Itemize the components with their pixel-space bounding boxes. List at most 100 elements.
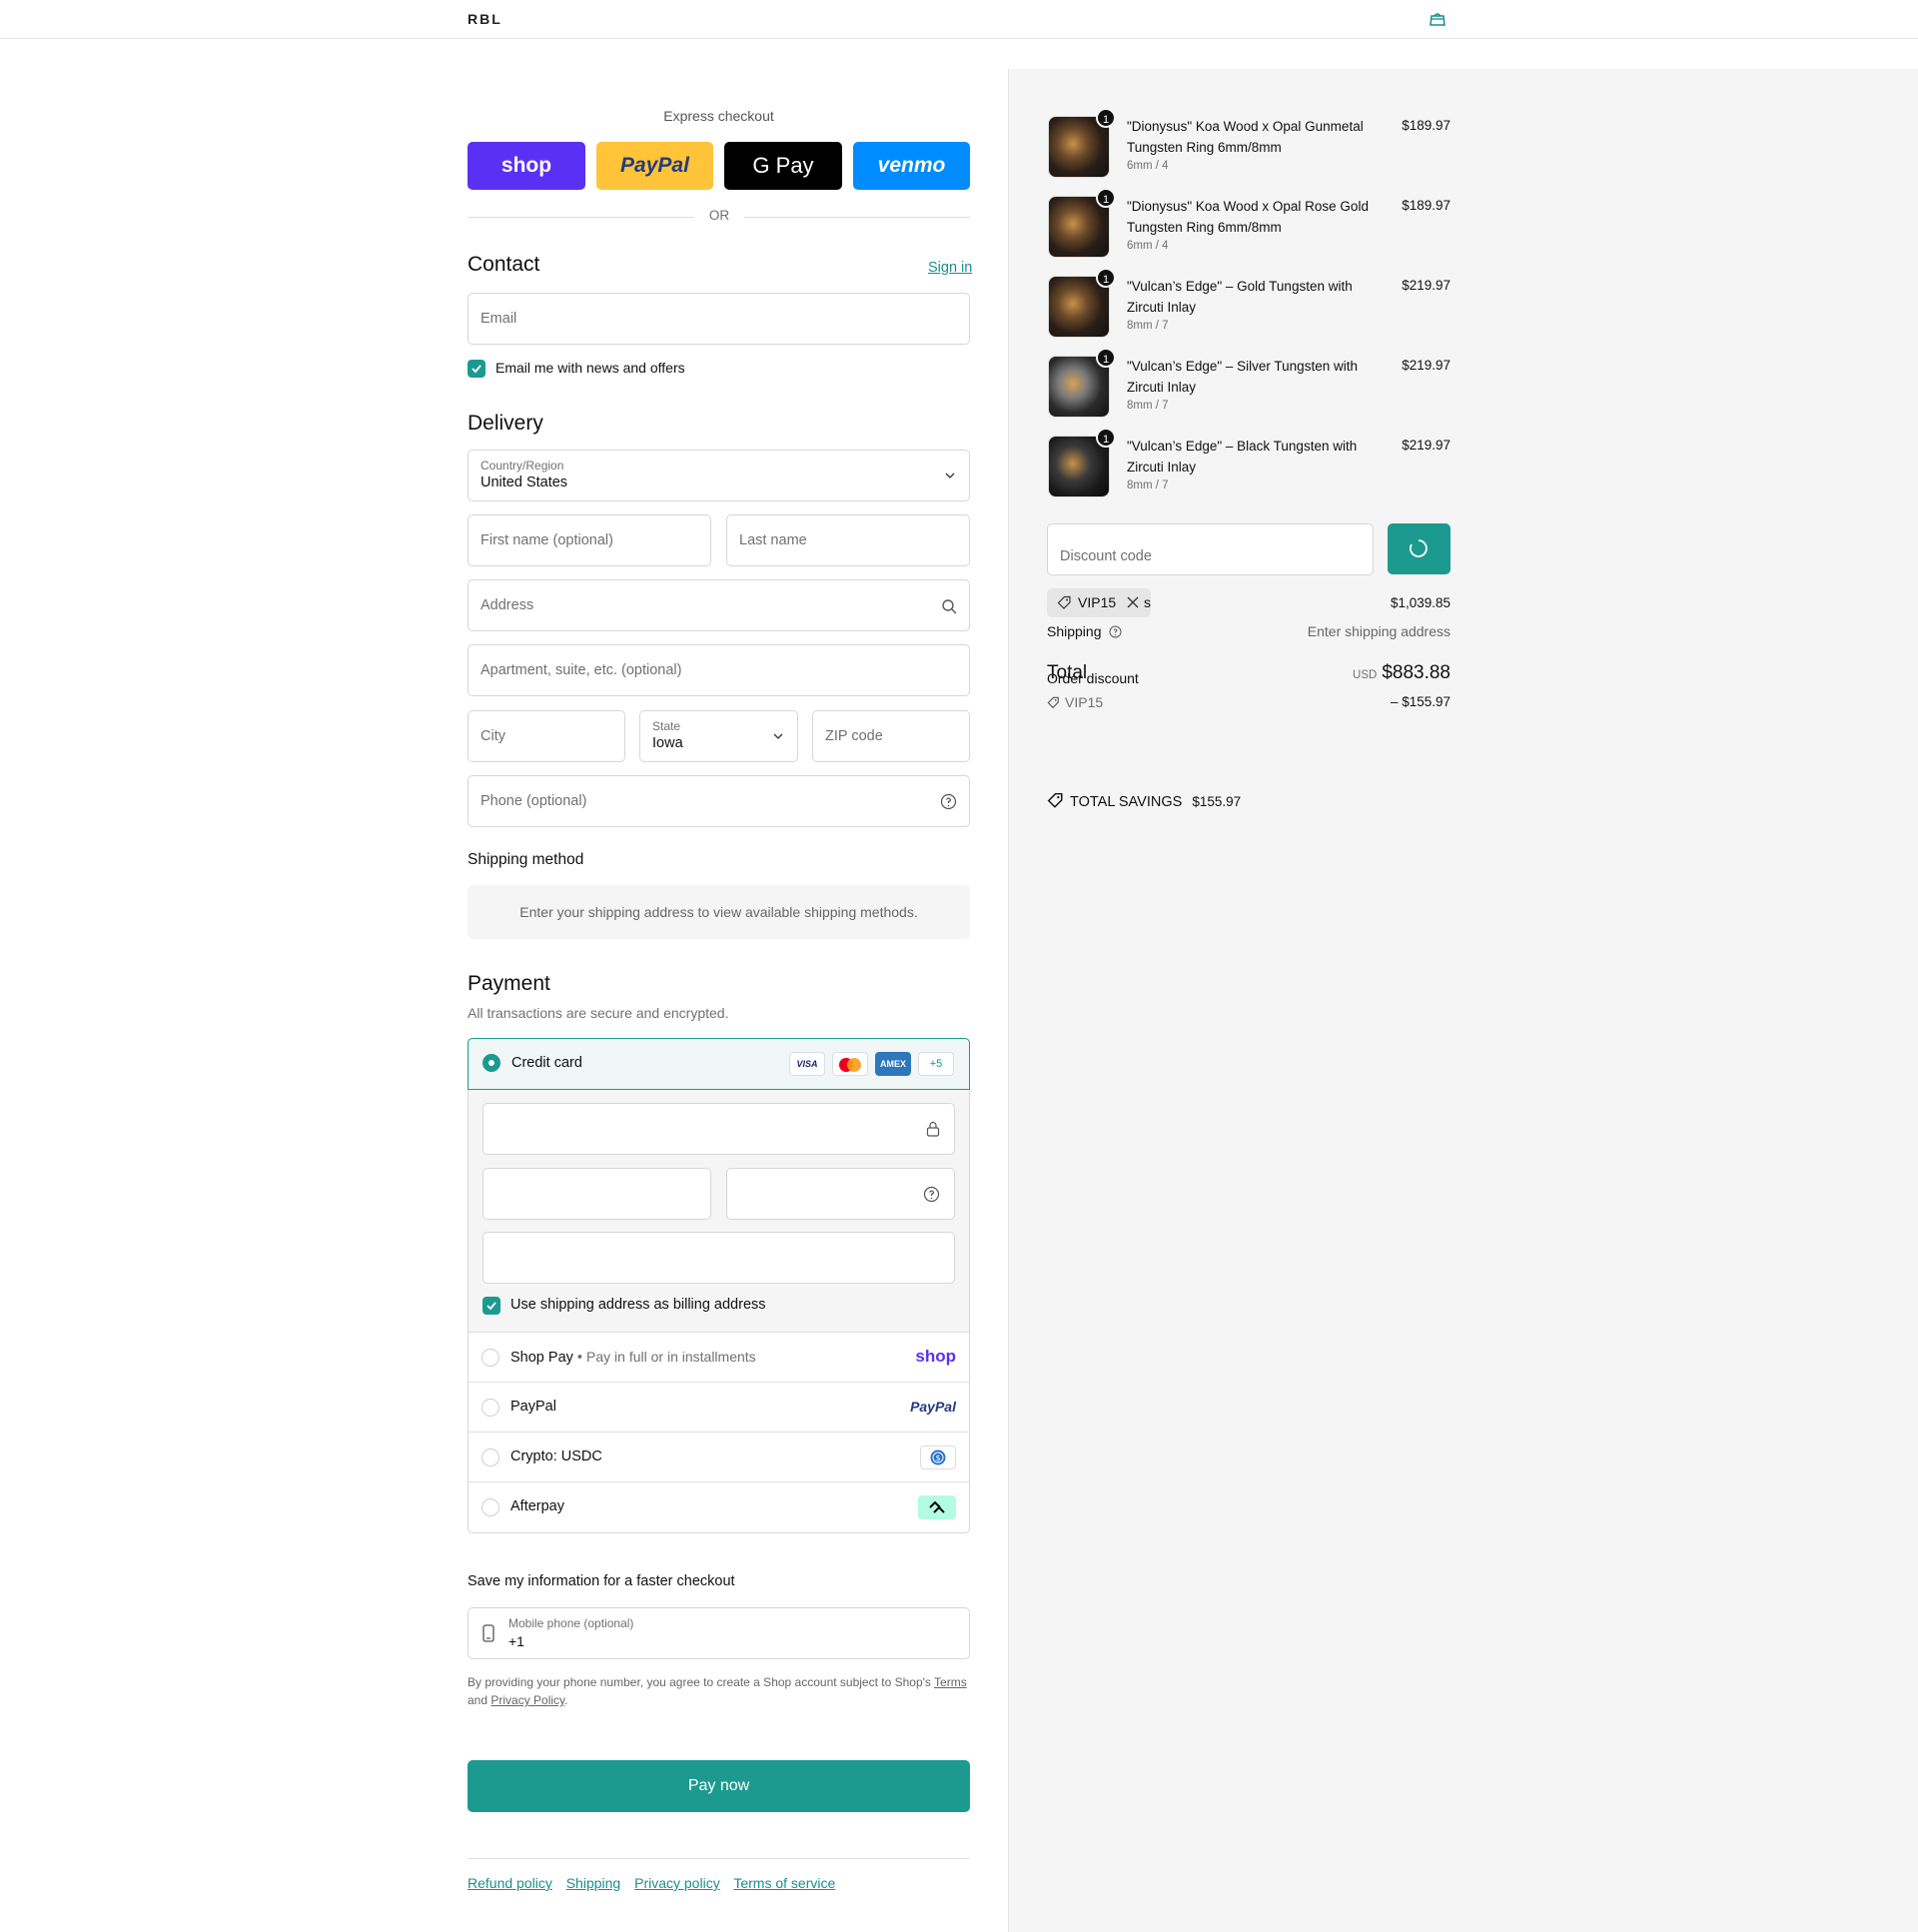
discount-code-field[interactable]: Discount code [1047, 523, 1374, 575]
news-checkbox[interactable] [468, 360, 485, 378]
shop-pay-label: Shop Pay • Pay in full or in installment… [510, 1349, 756, 1366]
pay-now-button[interactable]: Pay now [468, 1760, 970, 1812]
address-field[interactable]: Address [468, 579, 970, 631]
paypal-option[interactable]: PayPal PayPal [468, 1382, 970, 1432]
shop-pay-express-button[interactable]: shop [468, 142, 585, 190]
email-placeholder: Email [480, 311, 517, 327]
close-icon[interactable] [1127, 596, 1139, 608]
email-field[interactable]: Email [468, 293, 970, 345]
credit-card-label: Credit card [511, 1055, 582, 1071]
billing-label: Use shipping address as billing address [510, 1297, 766, 1313]
mobile-phone-field[interactable]: Mobile phone (optional) +1 [468, 1607, 970, 1659]
billing-checkbox[interactable] [482, 1297, 500, 1315]
zip-field[interactable]: ZIP code [812, 710, 970, 762]
apartment-placeholder: Apartment, suite, etc. (optional) [480, 662, 682, 678]
footer-links: Refund policy Shipping Privacy policy Te… [468, 1875, 835, 1891]
total-savings: TOTAL SAVINGS $155.97 [1047, 792, 1241, 810]
venmo-express-button[interactable]: venmo [853, 142, 970, 190]
terms-of-service-link[interactable]: Terms of service [733, 1875, 835, 1891]
paypal-label: PayPal [510, 1399, 556, 1415]
google-pay-express-button[interactable]: G Pay [724, 142, 842, 190]
crypto-usdc-option[interactable]: Crypto: USDC $ [468, 1432, 970, 1481]
name-on-card-field[interactable] [482, 1232, 955, 1284]
mobile-phone-icon [482, 1624, 494, 1642]
bag-icon[interactable] [1429, 11, 1446, 27]
news-label: Email me with news and offers [495, 360, 685, 376]
payment-subtitle: All transactions are secure and encrypte… [468, 1005, 729, 1021]
paypal-radio[interactable] [481, 1399, 499, 1417]
item-name: "Vulcan’s Edge" – Silver Tungsten with Z… [1127, 359, 1358, 395]
expiration-field[interactable] [482, 1168, 711, 1220]
item-name: "Vulcan’s Edge" – Black Tungsten with Zi… [1127, 439, 1358, 475]
apply-discount-button[interactable] [1388, 523, 1450, 574]
subtotal-value: $1,039.85 [1390, 595, 1450, 610]
shop-pay-sub: Pay in full or in installments [586, 1349, 756, 1365]
last-name-field[interactable]: Last name [726, 514, 970, 566]
zip-placeholder: ZIP code [825, 728, 883, 744]
apartment-field[interactable]: Apartment, suite, etc. (optional) [468, 644, 970, 696]
help-icon[interactable] [940, 793, 957, 810]
total-savings-value: $155.97 [1192, 794, 1242, 809]
help-icon[interactable] [923, 1186, 940, 1203]
shipping-value: Enter shipping address [1307, 623, 1450, 639]
mobile-phone-value: +1 [508, 1633, 524, 1649]
item-variant: 8mm / 7 [1127, 400, 1169, 412]
paypal-express-button[interactable]: PayPal [596, 142, 713, 190]
shop-legal-text: By providing your phone number, you agre… [468, 1673, 970, 1709]
refund-policy-link[interactable]: Refund policy [468, 1875, 552, 1891]
contact-heading: Contact [468, 253, 540, 276]
credit-card-radio[interactable] [482, 1054, 500, 1072]
quantity-badge: 1 [1096, 348, 1116, 368]
check-icon [472, 365, 481, 374]
item-variant: 8mm / 7 [1127, 320, 1169, 332]
crypto-radio[interactable] [481, 1449, 499, 1466]
item-variant: 8mm / 7 [1127, 480, 1169, 491]
privacy-link[interactable]: Privacy Policy [490, 1693, 564, 1707]
sign-in-link[interactable]: Sign in [928, 260, 972, 276]
state-select[interactable]: State Iowa [639, 710, 798, 762]
header: RBL [0, 0, 1918, 39]
lock-icon [926, 1121, 940, 1137]
tag-icon [1047, 792, 1063, 808]
mobile-phone-label: Mobile phone (optional) [508, 1616, 634, 1630]
afterpay-radio[interactable] [481, 1498, 499, 1516]
paypal-logo: PayPal [620, 154, 689, 177]
afterpay-icon [918, 1495, 956, 1519]
svg-text:$: $ [935, 1453, 940, 1462]
phone-placeholder: Phone (optional) [480, 793, 587, 809]
shop-pay-option[interactable]: Shop Pay • Pay in full or in installment… [468, 1332, 970, 1382]
city-field[interactable]: City [468, 710, 625, 762]
or-divider: OR [708, 208, 730, 223]
more-brands-badge: +5 [918, 1052, 954, 1076]
discount-code-label: VIP15 [1065, 694, 1104, 710]
first-name-placeholder: First name (optional) [480, 532, 613, 548]
shipping-link[interactable]: Shipping [566, 1875, 621, 1891]
help-icon[interactable] [1109, 625, 1122, 638]
privacy-policy-link[interactable]: Privacy policy [634, 1875, 720, 1891]
order-summary-panel [1008, 69, 1918, 1932]
usdc-icon: $ [920, 1446, 956, 1469]
shop-logo: shop [500, 154, 552, 177]
currency-code: USD [1353, 669, 1378, 681]
country-select[interactable]: Country/Region United States [468, 450, 970, 501]
afterpay-option[interactable]: Afterpay [468, 1481, 970, 1533]
phone-field[interactable]: Phone (optional) [468, 775, 970, 827]
venmo-logo: venmo [877, 154, 946, 177]
security-code-field[interactable] [726, 1168, 955, 1220]
applied-code-label: VIP15 [1078, 594, 1117, 610]
store-logo[interactable]: RBL [468, 11, 502, 27]
credit-card-option[interactable]: Credit card VISA AMEX +5 [468, 1038, 970, 1090]
legal-and: and [468, 1693, 491, 1707]
item-variant: 6mm / 4 [1127, 160, 1169, 172]
amex-icon: AMEX [875, 1052, 911, 1076]
shop-pay-radio[interactable] [481, 1349, 499, 1367]
bullet: • [576, 1350, 587, 1366]
discount-value: – $155.97 [1390, 694, 1450, 709]
discount-row-label: VIP15 [1047, 694, 1103, 710]
visa-icon: VISA [789, 1052, 825, 1076]
terms-link[interactable]: Terms [934, 1675, 967, 1689]
legal-period: . [564, 1693, 568, 1707]
first-name-field[interactable]: First name (optional) [468, 514, 711, 566]
card-number-field[interactable] [482, 1103, 955, 1155]
save-info-heading: Save my information for a faster checkou… [468, 1573, 735, 1589]
